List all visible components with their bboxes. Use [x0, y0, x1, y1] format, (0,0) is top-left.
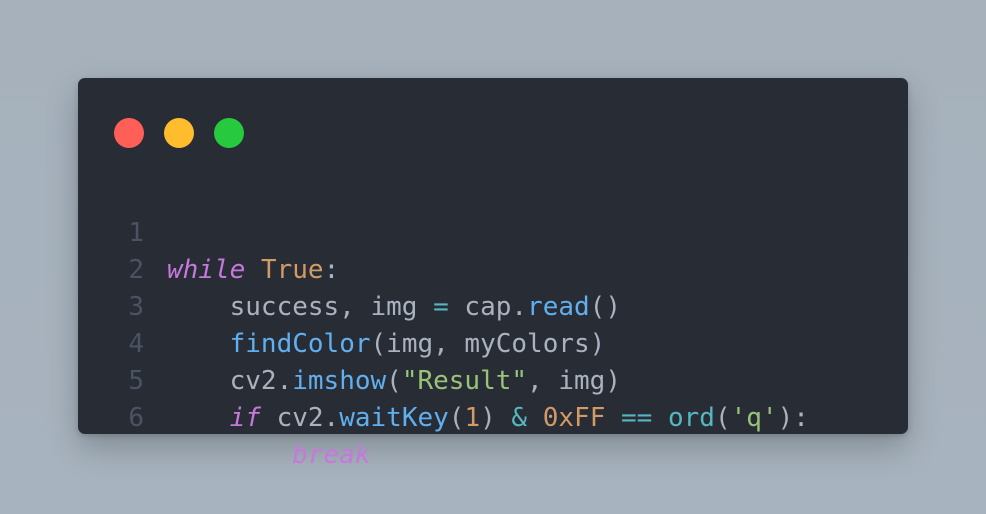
- code-token: waitKey: [339, 403, 449, 433]
- code-token: 'q': [730, 403, 778, 433]
- code-line: 5 if cv2.waitKey(1) & 0xFF == ord('q'):: [78, 326, 908, 433]
- code-line: 2 success, img = cap.read(): [78, 215, 908, 322]
- line-source: if cv2.waitKey(1) & 0xFF == ord('q'):: [167, 400, 809, 437]
- code-token: &: [511, 403, 528, 433]
- window-controls: [114, 118, 244, 148]
- code-token: cv2.: [260, 403, 340, 433]
- code-line: 4 cv2.imshow("Result", img): [78, 289, 908, 396]
- code-token: ord: [667, 403, 715, 433]
- code-token: ): [480, 403, 512, 433]
- code-token: 0xFF: [542, 403, 606, 433]
- maximize-button[interactable]: [214, 118, 244, 148]
- code-token: ==: [621, 403, 653, 433]
- code-line: 3 findColor(img, myColors): [78, 252, 908, 359]
- code-token: ):: [777, 403, 809, 433]
- line-number: 6: [128, 403, 144, 433]
- close-button[interactable]: [114, 118, 144, 148]
- code-token: if: [229, 403, 261, 433]
- code-window: 1 while True: 2 success, img = cap.read(…: [78, 78, 908, 470]
- code-token: (: [448, 403, 465, 433]
- line-source: break: [167, 437, 371, 474]
- code-token: break: [292, 440, 371, 470]
- code-token: 1: [464, 403, 481, 433]
- code-block: 1 while True: 2 success, img = cap.read(…: [78, 178, 908, 470]
- minimize-button[interactable]: [164, 118, 194, 148]
- code-line: 1 while True:: [78, 178, 908, 285]
- code-token: (: [714, 403, 731, 433]
- code-line: 6 break: [78, 363, 908, 470]
